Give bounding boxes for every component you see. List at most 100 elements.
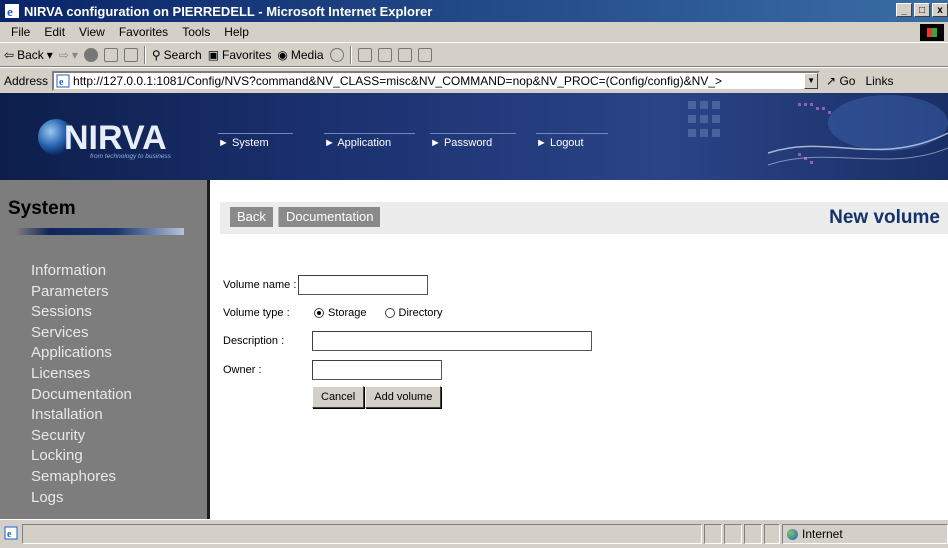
- forward-arrow-icon: ⇨: [58, 47, 69, 62]
- favorites-icon: ▣: [207, 47, 220, 62]
- windows-logo-icon: [920, 24, 944, 41]
- status-bar: e Internet: [0, 519, 948, 548]
- security-zone: Internet: [782, 524, 948, 544]
- back-label: Back: [17, 47, 44, 62]
- menu-help[interactable]: Help: [217, 25, 256, 39]
- window-title: NIRVA configuration on PIERREDELL - Micr…: [24, 3, 433, 19]
- sidebar-item-licenses[interactable]: Licenses: [31, 364, 132, 385]
- description-input[interactable]: [312, 331, 592, 351]
- sidebar-item-applications[interactable]: Applications: [31, 343, 132, 364]
- menu-edit[interactable]: Edit: [37, 25, 72, 39]
- volume-type-label: Volume type :: [223, 307, 290, 319]
- sidebar-item-security[interactable]: Security: [31, 426, 132, 447]
- status-pane: [744, 524, 762, 544]
- sidebar-item-sessions[interactable]: Sessions: [31, 302, 132, 323]
- svg-text:e: e: [7, 529, 12, 540]
- sidebar-item-logs[interactable]: Logs: [31, 488, 132, 509]
- toolbar: ⇦ Back ▾ ⇨ ▾ ⚲ Search ▣ Favorites ◉ Medi…: [0, 43, 948, 67]
- storage-radio[interactable]: Storage: [314, 307, 367, 319]
- sidebar-item-locking[interactable]: Locking: [31, 446, 132, 467]
- sidebar-item-parameters[interactable]: Parameters: [31, 282, 132, 303]
- status-pane: [724, 524, 742, 544]
- sidebar-item-services[interactable]: Services: [31, 323, 132, 344]
- description-label: Description :: [223, 335, 285, 347]
- volume-name-input[interactable]: [298, 275, 429, 295]
- close-button[interactable]: x: [932, 3, 948, 17]
- stop-icon[interactable]: [83, 47, 98, 62]
- menu-tools[interactable]: Tools: [175, 25, 217, 39]
- owner-label: Owner :: [223, 364, 262, 376]
- favorites-label: Favorites: [222, 47, 272, 62]
- volume-name-label: Volume name :: [223, 279, 297, 291]
- sidebar-item-installation[interactable]: Installation: [31, 405, 132, 426]
- nav-application[interactable]: ► Application: [324, 133, 416, 149]
- forward-button[interactable]: ⇨ ▾: [59, 48, 78, 62]
- nav-system[interactable]: ► System: [218, 133, 293, 149]
- status-text-pane: [22, 524, 702, 544]
- menu-file[interactable]: File: [4, 25, 37, 39]
- sidebar-item-information[interactable]: Information: [31, 261, 132, 282]
- owner-row: Owner :: [223, 360, 442, 380]
- toolbar-separator: [349, 45, 352, 64]
- edit-icon[interactable]: [397, 47, 412, 62]
- address-url: http://127.0.0.1:1081/Config/NVS?command…: [73, 73, 723, 88]
- refresh-icon[interactable]: [103, 47, 118, 62]
- description-row: Description :: [223, 331, 592, 351]
- back-button[interactable]: ⇦ Back ▾: [4, 48, 53, 62]
- menu-view[interactable]: View: [72, 25, 112, 39]
- cancel-button[interactable]: Cancel: [312, 386, 365, 408]
- banner-decoration: [688, 95, 948, 166]
- nav-logout[interactable]: ► Logout: [536, 133, 608, 149]
- directory-radio[interactable]: Directory: [384, 307, 443, 319]
- maximize-button[interactable]: □: [914, 3, 930, 17]
- zone-label: Internet: [802, 527, 843, 541]
- minimize-button[interactable]: _: [896, 3, 912, 17]
- svg-text:e: e: [59, 77, 64, 88]
- storage-radio-dot: [314, 308, 324, 318]
- sidebar-item-semaphores[interactable]: Semaphores: [31, 467, 132, 488]
- address-label: Address: [4, 73, 49, 88]
- sidebar-menu: Information Parameters Sessions Services…: [31, 261, 132, 508]
- menu-bar: File Edit View Favorites Tools Help: [0, 22, 948, 43]
- chevron-down-icon: ▾: [71, 47, 78, 62]
- go-label: Go: [839, 73, 856, 88]
- status-pane: [704, 524, 722, 544]
- globe-icon: [787, 528, 798, 540]
- mail-icon[interactable]: [357, 47, 372, 62]
- links-button[interactable]: Links: [865, 74, 893, 88]
- nav-application-label: Application: [337, 137, 392, 149]
- storage-radio-label: Storage: [328, 307, 367, 319]
- page-header: Back Documentation New volume: [220, 202, 948, 234]
- documentation-button[interactable]: Documentation: [278, 207, 381, 227]
- go-button[interactable]: ↗ Go: [826, 74, 855, 88]
- menu-favorites[interactable]: Favorites: [112, 25, 175, 39]
- chevron-down-icon[interactable]: ▼: [804, 72, 819, 89]
- volume-name-row: Volume name :: [223, 275, 429, 295]
- favorites-button[interactable]: ▣ Favorites: [208, 48, 272, 62]
- history-icon[interactable]: [329, 47, 344, 62]
- window-title-bar: e NIRVA configuration on PIERREDELL - Mi…: [0, 0, 948, 22]
- sidebar-title: System: [8, 198, 76, 219]
- go-arrow-icon: ↗: [826, 73, 837, 88]
- nav-password-label: Password: [443, 137, 493, 149]
- directory-radio-dot: [384, 308, 395, 318]
- discuss-icon[interactable]: [417, 47, 432, 62]
- media-label: Media: [290, 47, 324, 62]
- main-content: Back Documentation New volume Volume nam…: [210, 180, 948, 519]
- owner-input[interactable]: [312, 360, 442, 380]
- logo-tagline: from technology to business: [90, 153, 172, 160]
- back-link-button[interactable]: Back: [230, 207, 273, 227]
- search-button[interactable]: ⚲ Search: [152, 48, 202, 62]
- address-input[interactable]: e http://127.0.0.1:1081/Config/NVS?comma…: [52, 70, 821, 91]
- sidebar-item-documentation[interactable]: Documentation: [31, 385, 132, 406]
- home-icon[interactable]: [123, 47, 138, 62]
- media-button[interactable]: ◉ Media: [277, 48, 323, 62]
- back-arrow-icon: ⇦: [4, 47, 15, 62]
- status-pane: [764, 524, 780, 544]
- media-icon: ◉: [277, 47, 288, 62]
- chevron-down-icon: ▾: [46, 47, 53, 62]
- print-icon[interactable]: [377, 47, 392, 62]
- nav-password[interactable]: ► Password: [430, 133, 517, 149]
- page-title: New volume: [829, 207, 940, 228]
- add-volume-button[interactable]: Add volume: [365, 386, 442, 408]
